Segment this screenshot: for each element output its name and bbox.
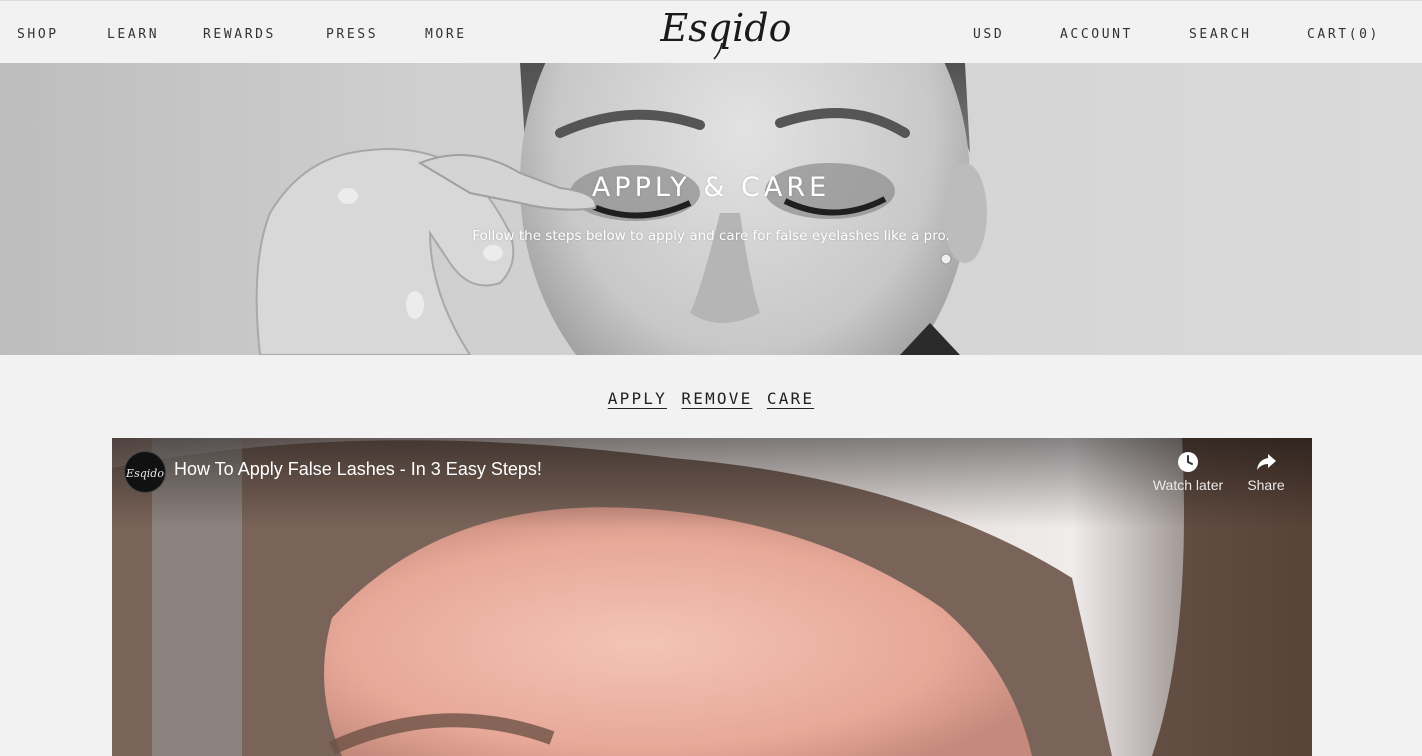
hero-banner: APPLY & CARE Follow the steps below to a… — [0, 63, 1422, 355]
tab-apply[interactable]: APPLY — [608, 389, 667, 408]
hero-subtitle: Follow the steps below to apply and care… — [472, 228, 950, 244]
channel-avatar[interactable]: Esqido — [124, 451, 166, 493]
nav-press[interactable]: PRESS — [326, 27, 378, 42]
section-tabs: APPLY REMOVE CARE — [0, 389, 1422, 409]
share-arrow-icon — [1257, 454, 1276, 470]
clock-icon — [1178, 452, 1198, 472]
tab-care[interactable]: CARE — [767, 389, 814, 408]
share-button[interactable]: Share — [1236, 450, 1296, 493]
watch-later-button[interactable]: Watch later — [1148, 450, 1228, 493]
tab-remove[interactable]: REMOVE — [681, 389, 752, 408]
hero-title: APPLY & CARE — [591, 172, 831, 203]
page: SHOP LEARN REWARDS PRESS MORE Esqido USD… — [0, 0, 1422, 756]
video-player[interactable]: Esqido How To Apply False Lashes - In 3 … — [112, 438, 1312, 756]
watch-later-label: Watch later — [1152, 477, 1224, 493]
nav-shop[interactable]: SHOP — [17, 27, 59, 42]
hero-photo — [255, 63, 987, 355]
site-header: SHOP LEARN REWARDS PRESS MORE Esqido USD… — [0, 0, 1422, 65]
esqido-logo[interactable]: Esqido — [652, 3, 800, 61]
video-title[interactable]: How To Apply False Lashes - In 3 Easy St… — [174, 459, 542, 480]
logo-text: Esqido — [660, 6, 792, 50]
nav-account[interactable]: ACCOUNT — [1060, 27, 1133, 42]
nav-more[interactable]: MORE — [425, 27, 467, 42]
video-top-overlay — [112, 438, 1312, 528]
nav-cart[interactable]: CART(0) — [1307, 27, 1380, 42]
nav-rewards[interactable]: REWARDS — [203, 27, 276, 42]
share-label: Share — [1247, 477, 1285, 493]
nav-currency[interactable]: USD — [973, 27, 1004, 42]
nav-search[interactable]: SEARCH — [1189, 27, 1252, 42]
nav-learn[interactable]: LEARN — [107, 27, 159, 42]
channel-avatar-text: Esqido — [125, 467, 164, 480]
